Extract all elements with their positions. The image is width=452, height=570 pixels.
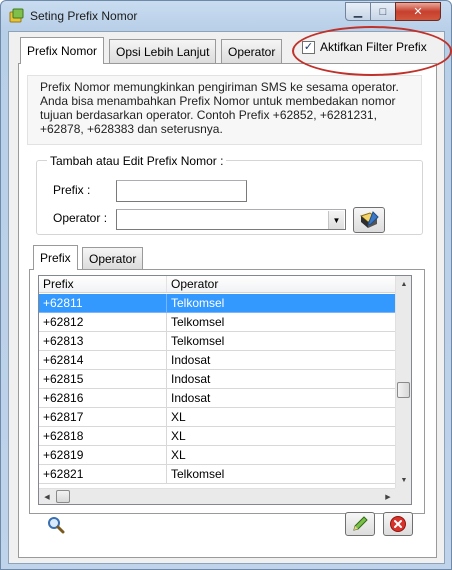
edit-row-button[interactable] — [345, 512, 375, 536]
edit-pen-icon — [360, 211, 379, 228]
operator-label: Operator : — [53, 211, 108, 225]
tab-label: Prefix — [40, 251, 71, 265]
info-line: Anda bisa menambahkan Prefix Nomor untuk… — [40, 94, 396, 108]
arrow-down-icon: ▼ — [400, 476, 408, 484]
scroll-left-button[interactable]: ◀ — [39, 489, 55, 504]
operator-dropdown[interactable]: ▼ — [116, 209, 346, 230]
table-row[interactable]: +62811 Telkomsel — [39, 294, 396, 313]
groupbox-legend: Tambah atau Edit Prefix Nomor : — [47, 154, 227, 168]
tab-prefix-nomor[interactable]: Prefix Nomor — [20, 37, 105, 64]
info-line: Prefix Nomor memungkinkan pengiriman SMS… — [40, 80, 399, 94]
tab-label: Prefix Nomor — [27, 44, 98, 58]
annotation-ellipse — [292, 26, 452, 76]
table-row[interactable]: +62816 Indosat — [39, 389, 396, 408]
close-button[interactable]: ✕ — [395, 2, 441, 21]
scroll-right-button[interactable]: ▶ — [380, 489, 396, 504]
scroll-down-button[interactable]: ▼ — [396, 472, 411, 488]
prefix-input[interactable] — [116, 180, 247, 202]
dropdown-arrow[interactable]: ▼ — [328, 211, 344, 229]
search-button[interactable] — [47, 516, 65, 537]
delete-icon — [390, 516, 406, 532]
cell-operator: Indosat — [167, 370, 396, 389]
cell-prefix: +62812 — [39, 313, 167, 332]
table-row[interactable]: +62819 XL — [39, 446, 396, 465]
scroll-thumb[interactable] — [397, 382, 410, 398]
arrow-up-icon: ▲ — [400, 280, 408, 288]
cell-prefix: +62817 — [39, 408, 167, 427]
table-row[interactable]: +62813 Telkomsel — [39, 332, 396, 351]
table-row[interactable]: +62812 Telkomsel — [39, 313, 396, 332]
minimize-icon: ▁ — [353, 6, 363, 18]
table-body: +62811 Telkomsel +62812 Telkomsel +62813 Telk… — [39, 294, 396, 484]
maximize-button[interactable]: □ — [370, 2, 396, 21]
tab-operator[interactable]: Operator — [221, 39, 283, 63]
save-prefix-button[interactable] — [353, 207, 385, 233]
column-header-prefix[interactable]: Prefix — [39, 276, 167, 292]
scrollbar-corner — [395, 488, 411, 504]
prefix-table[interactable]: Prefix Operator +62811 Telkomsel +62812 Tel… — [38, 275, 412, 505]
info-line: +62878, +628383 dan seterusnya. — [40, 122, 223, 136]
cell-operator: Indosat — [167, 389, 396, 408]
horizontal-scrollbar[interactable]: ◀ ▶ — [39, 488, 396, 504]
close-icon: ✕ — [413, 6, 423, 18]
pencil-icon — [353, 516, 368, 531]
app-icon — [9, 8, 24, 23]
cell-prefix: +62814 — [39, 351, 167, 370]
window-title: Seting Prefix Nomor — [30, 9, 138, 23]
arrow-right-icon: ▶ — [385, 494, 391, 501]
tab-label: Operator — [89, 251, 137, 266]
chevron-down-icon: ▼ — [332, 215, 341, 225]
info-description: Prefix Nomor memungkinkan pengiriman SMS… — [27, 75, 422, 145]
cell-operator: XL — [167, 427, 396, 446]
dialog-window: Seting Prefix Nomor ▁ □ ✕ Prefix Nomor O… — [0, 0, 452, 570]
cell-prefix: +62819 — [39, 446, 167, 465]
prefix-label: Prefix : — [53, 183, 91, 197]
arrow-left-icon: ◀ — [44, 494, 50, 501]
minimize-button[interactable]: ▁ — [345, 2, 371, 21]
info-line: tujuan berdasarkan operator. Contoh Pref… — [40, 108, 377, 122]
tab-operator-list[interactable]: Operator — [82, 247, 144, 269]
table-row[interactable]: +62815 Indosat — [39, 370, 396, 389]
dialog-client-area: Prefix Nomor Opsi Lebih Lanjut Operator … — [8, 26, 452, 564]
cell-operator: Indosat — [167, 351, 396, 370]
cell-operator: Telkomsel — [167, 294, 396, 313]
vertical-scrollbar[interactable]: ▲ ▼ — [395, 276, 411, 488]
cell-operator: Telkomsel — [167, 465, 396, 484]
cell-prefix: +62813 — [39, 332, 167, 351]
column-header-operator[interactable]: Operator — [167, 276, 396, 292]
cell-prefix: +62815 — [39, 370, 167, 389]
tab-opsi-lebih-lanjut[interactable]: Opsi Lebih Lanjut — [109, 39, 217, 63]
tab-label: Operator — [228, 44, 276, 59]
cell-operator: Telkomsel — [167, 313, 396, 332]
table-header: Prefix Operator — [39, 276, 396, 293]
scroll-thumb-horizontal[interactable] — [56, 490, 70, 503]
cell-operator: XL — [167, 446, 396, 465]
scroll-up-button[interactable]: ▲ — [396, 276, 411, 292]
cell-prefix: +62811 — [39, 294, 167, 313]
cell-prefix: +62816 — [39, 389, 167, 408]
table-row[interactable]: +62817 XL — [39, 408, 396, 427]
cell-operator: Telkomsel — [167, 332, 396, 351]
cell-prefix: +62821 — [39, 465, 167, 484]
tab-prefix[interactable]: Prefix — [33, 245, 78, 270]
tab-label: Opsi Lebih Lanjut — [116, 44, 210, 59]
cell-prefix: +62818 — [39, 427, 167, 446]
delete-row-button[interactable] — [383, 512, 413, 536]
table-row[interactable]: +62821 Telkomsel — [39, 465, 396, 484]
table-row[interactable]: +62814 Indosat — [39, 351, 396, 370]
maximize-icon: □ — [379, 5, 387, 18]
table-row[interactable]: +62818 XL — [39, 427, 396, 446]
search-icon — [48, 517, 65, 534]
cell-operator: XL — [167, 408, 396, 427]
